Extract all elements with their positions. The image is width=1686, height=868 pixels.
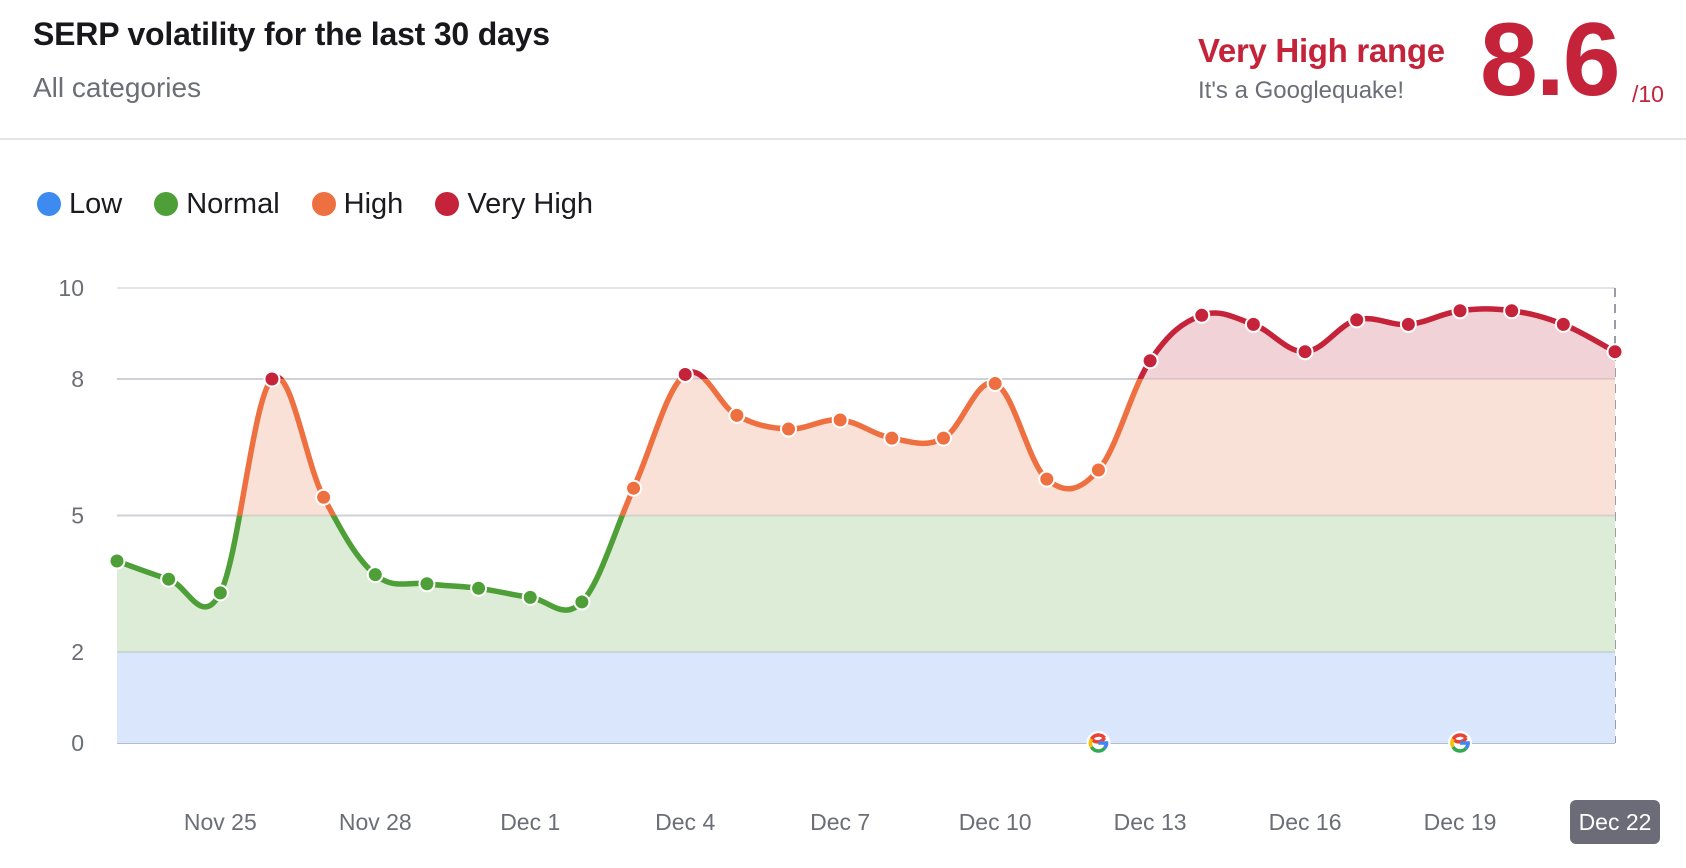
data-point[interactable] bbox=[1554, 315, 1572, 333]
data-point[interactable] bbox=[1451, 302, 1469, 320]
data-point[interactable] bbox=[780, 420, 798, 438]
y-tick-label: 5 bbox=[71, 503, 84, 529]
x-axis: Nov 25 Nov 28 Dec 1 Dec 4 Dec 7 Dec 10 Dec 13 D… bbox=[184, 800, 1660, 844]
data-point[interactable] bbox=[1193, 306, 1211, 324]
data-point[interactable] bbox=[160, 570, 178, 588]
data-point[interactable] bbox=[1503, 302, 1521, 320]
data-point[interactable] bbox=[315, 488, 333, 506]
data-point[interactable] bbox=[728, 406, 746, 424]
data-point[interactable] bbox=[521, 588, 539, 606]
data-point[interactable] bbox=[676, 365, 694, 383]
data-point[interactable] bbox=[1296, 343, 1314, 361]
data-point[interactable] bbox=[108, 552, 126, 570]
data-point[interactable] bbox=[1038, 470, 1056, 488]
data-point[interactable] bbox=[211, 584, 229, 602]
data-point[interactable] bbox=[1399, 315, 1417, 333]
x-tick-label: Dec 13 bbox=[1114, 809, 1187, 835]
y-tick-label: 2 bbox=[71, 639, 84, 665]
data-point[interactable] bbox=[366, 566, 384, 584]
data-point[interactable] bbox=[1244, 315, 1262, 333]
data-point[interactable] bbox=[934, 429, 952, 447]
volatility-chart[interactable]: 0 2 5 8 10 Nov 25 Nov 28 Dec 1 Dec 4 Dec 7 Dec 10… bbox=[0, 0, 1686, 868]
data-point[interactable] bbox=[986, 375, 1004, 393]
y-tick-label: 8 bbox=[71, 366, 84, 392]
google-arc bbox=[1088, 738, 1094, 748]
y-tick-label: 0 bbox=[71, 730, 84, 756]
google-icon[interactable] bbox=[1086, 731, 1111, 755]
x-tick-label: Dec 1 bbox=[500, 809, 560, 835]
data-point[interactable] bbox=[831, 411, 849, 429]
data-point[interactable] bbox=[1606, 343, 1624, 361]
google-icon[interactable] bbox=[1448, 731, 1473, 755]
y-axis: 0 2 5 8 10 bbox=[58, 275, 84, 756]
data-point[interactable] bbox=[1141, 352, 1159, 370]
data-point[interactable] bbox=[1348, 311, 1366, 329]
data-point[interactable] bbox=[883, 429, 901, 447]
x-tick-label: Dec 22 bbox=[1579, 809, 1652, 835]
data-point[interactable] bbox=[263, 370, 281, 388]
data-point[interactable] bbox=[573, 593, 591, 611]
google-arc bbox=[1450, 738, 1455, 748]
x-tick-highlight-badge: Dec 22 bbox=[1570, 800, 1660, 844]
data-point[interactable] bbox=[625, 479, 643, 497]
x-tick-label: Dec 7 bbox=[810, 809, 870, 835]
x-tick-label: Nov 28 bbox=[339, 809, 412, 835]
x-tick-label: Dec 4 bbox=[655, 809, 715, 835]
x-tick-label: Dec 16 bbox=[1269, 809, 1342, 835]
data-point[interactable] bbox=[470, 579, 488, 597]
x-tick-label: Dec 10 bbox=[959, 809, 1032, 835]
data-point[interactable] bbox=[1089, 461, 1107, 479]
x-tick-label: Dec 19 bbox=[1424, 809, 1497, 835]
y-tick-label: 10 bbox=[58, 275, 84, 301]
x-tick-label: Nov 25 bbox=[184, 809, 257, 835]
data-point[interactable] bbox=[418, 575, 436, 593]
